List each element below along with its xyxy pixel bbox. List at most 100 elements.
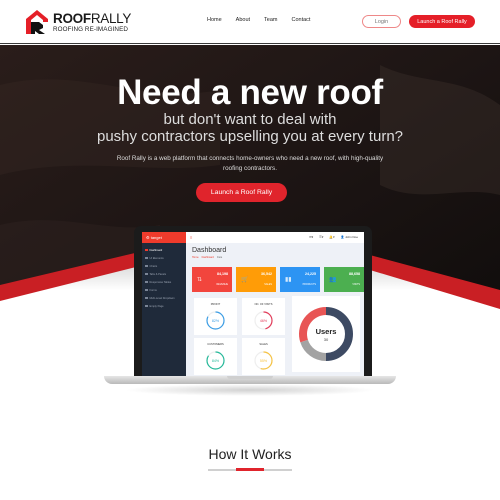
- laptop-lid: ⚙ tanget Dashboard UI Elements Charts Ta…: [134, 226, 372, 376]
- main-nav: Home About Team Contact: [207, 17, 310, 23]
- users-donut-card: Users 30: [292, 296, 360, 372]
- exchange-icon: ⇅: [197, 277, 203, 283]
- topbar-icons: ✉▾ ☰▾ 🔔▾ 👤 John Doe: [309, 235, 358, 239]
- sidebar-dot-icon: [145, 272, 148, 276]
- sidebar-item-label: UI Elements: [149, 256, 164, 260]
- stat-label: SALES: [264, 283, 272, 286]
- dashboard-brand: ⚙ tanget: [142, 232, 186, 243]
- stat-value: 88,658: [349, 272, 360, 276]
- laptop-notch: [227, 376, 273, 379]
- sidebar-item-tabs-panels[interactable]: Tabs & Panels: [142, 270, 186, 278]
- nav-about[interactable]: About: [236, 17, 250, 23]
- logo-tagline: ROOFING RE-IMAGINED: [53, 26, 129, 33]
- hero-subline-1: but don't want to deal with: [163, 111, 337, 128]
- sidebar-dot-icon: [145, 304, 148, 308]
- sidebar-dot-icon: [145, 296, 148, 300]
- sidebar-item-label: Charts: [149, 264, 158, 268]
- logo-title-bold: ROOF: [53, 11, 91, 26]
- gauge-ring: 84%: [206, 351, 225, 370]
- gauge-card-profit: PROFIT 82%: [194, 298, 237, 335]
- nav-home[interactable]: Home: [207, 17, 222, 23]
- donut-value: 30: [324, 337, 329, 342]
- sidebar-dot-icon: [145, 288, 148, 292]
- gauge-ring: 55%: [254, 351, 273, 370]
- launch-rally-hero-button[interactable]: Launch a Roof Rally: [196, 183, 287, 202]
- logo[interactable]: ROOFRALLY ROOFING RE-IMAGINED: [26, 10, 136, 34]
- stat-label: REVENUE: [216, 283, 228, 286]
- messages-icon[interactable]: ✉▾: [309, 235, 313, 239]
- stat-value: 36,542: [261, 272, 272, 276]
- sidebar-item-empty-page[interactable]: Empty Page: [142, 302, 186, 310]
- breadcrumb-data: Data: [216, 256, 223, 259]
- stat-value: 84,198: [217, 272, 228, 276]
- alerts-icon[interactable]: 🔔▾: [329, 235, 334, 239]
- users-donut-chart: Users 30: [299, 307, 353, 361]
- site-header: ROOFRALLY ROOFING RE-IMAGINED Home About…: [0, 0, 500, 44]
- stat-card-sales: 🛒 36,542 SALES: [236, 267, 276, 292]
- dashboard-title: Dashboard: [192, 247, 227, 254]
- sidebar-item-dashboard[interactable]: Dashboard: [142, 246, 186, 254]
- donut-title: Users: [316, 327, 337, 336]
- laptop-shadow: [124, 384, 376, 396]
- stat-card-revenue: ⇅ 84,198 REVENUE: [192, 267, 232, 292]
- nav-team[interactable]: Team: [264, 17, 277, 23]
- gauge-ring: 46%: [254, 311, 273, 330]
- gauge-card-sales: SALES 55%: [242, 338, 285, 375]
- gauge-label: CUSTOMERS: [207, 343, 224, 346]
- sidebar-item-label: Dashboard: [149, 248, 163, 252]
- gauge-label: PROFIT: [210, 303, 221, 306]
- laptop-mockup: ⚙ tanget Dashboard UI Elements Charts Ta…: [104, 226, 396, 396]
- user-name: John Doe: [345, 235, 358, 239]
- gauge-card-customers: CUSTOMERS 84%: [194, 338, 237, 375]
- donut-segment-gray: [300, 339, 327, 361]
- users-icon: 👥: [329, 277, 337, 283]
- launch-rally-header-button[interactable]: Launch a Roof Rally: [409, 15, 475, 28]
- breadcrumb-dashboard[interactable]: Dashboard: [202, 256, 214, 259]
- hero-headline: Need a new roof: [117, 73, 383, 112]
- sidebar-item-label: Tabs & Panels: [149, 272, 167, 276]
- sidebar-dot-icon: [145, 256, 148, 260]
- logo-title: ROOFRALLY: [53, 11, 131, 26]
- dashboard-brand-name: tanget: [150, 235, 162, 240]
- bar-chart-icon: ▮▮: [285, 277, 292, 283]
- stat-card-visits: 👥 88,658 VISITS: [324, 267, 364, 292]
- sidebar-dot-icon: [145, 264, 148, 268]
- cart-icon: 🛒: [241, 277, 249, 283]
- hero-subline-2: pushy contractors upselling you at every…: [97, 128, 403, 145]
- stat-label: PRODUCTS: [302, 283, 316, 286]
- menu-toggle-icon[interactable]: ≡: [190, 235, 192, 240]
- nav-contact[interactable]: Contact: [292, 17, 311, 23]
- sidebar-item-label: Multi-Level Dropdown: [149, 296, 175, 300]
- stat-value: 24,225: [305, 272, 316, 276]
- dashboard-screen: ⚙ tanget Dashboard UI Elements Charts Ta…: [142, 232, 364, 376]
- dashboard-topbar: ≡ ✉▾ ☰▾ 🔔▾ 👤 John Doe: [186, 232, 364, 243]
- breadcrumb-home[interactable]: Home: [192, 256, 199, 259]
- sidebar-item-multi-level-dropdown[interactable]: Multi-Level Dropdown: [142, 294, 186, 302]
- gauge-label: NO. OF VISITS: [254, 303, 273, 306]
- stat-label: VISITS: [352, 283, 360, 286]
- tasks-icon[interactable]: ☰▾: [319, 235, 323, 239]
- gauge-percent: 84%: [212, 359, 220, 363]
- gauge-percent: 46%: [260, 319, 268, 323]
- sidebar-item-label: Empty Page: [149, 304, 164, 308]
- heading-underline-accent: [236, 468, 264, 471]
- logo-title-light: RALLY: [90, 11, 132, 26]
- gauge-label: SALES: [259, 343, 268, 346]
- user-menu[interactable]: 👤 John Doe: [341, 235, 358, 239]
- sidebar-item-ui-elements[interactable]: UI Elements: [142, 254, 186, 262]
- sidebar-item-charts[interactable]: Charts: [142, 262, 186, 270]
- gauge-percent: 82%: [212, 319, 220, 323]
- sidebar-item-forms[interactable]: Forms: [142, 286, 186, 294]
- gauge-card-visits: NO. OF VISITS 46%: [242, 298, 285, 335]
- sidebar-dot-icon: [145, 280, 148, 284]
- dashboard-breadcrumb: Home Dashboard Data: [192, 256, 222, 259]
- sidebar-item-label: Forms: [149, 288, 157, 292]
- sidebar-item-label: Responsive Tables: [149, 280, 172, 284]
- logo-house-icon: [26, 10, 48, 34]
- sidebar-item-responsive-tables[interactable]: Responsive Tables: [142, 278, 186, 286]
- stat-card-products: ▮▮ 24,225 PRODUCTS: [280, 267, 320, 292]
- gauge-ring: 82%: [206, 311, 225, 330]
- landing-page: ROOFRALLY ROOFING RE-IMAGINED Home About…: [0, 0, 500, 500]
- how-it-works-heading: How It Works: [208, 446, 292, 462]
- login-button[interactable]: Login: [362, 15, 401, 28]
